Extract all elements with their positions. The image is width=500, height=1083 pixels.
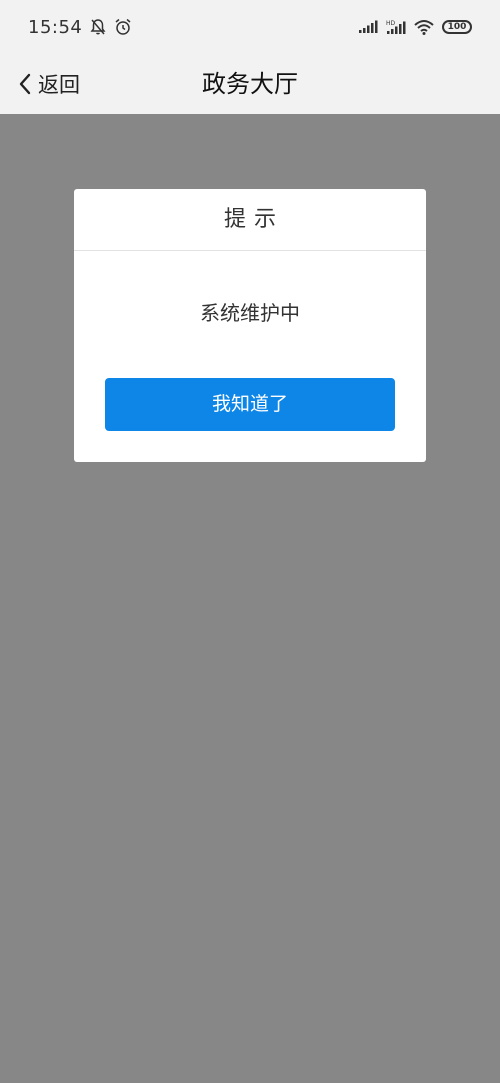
dialog-title: 提示 [223, 207, 284, 232]
bell-off-icon [90, 18, 106, 36]
alarm-icon [114, 18, 132, 36]
signal-icon [358, 20, 378, 34]
hd-signal-icon: HD [386, 19, 406, 35]
page-title: 政务大厅 [202, 70, 298, 98]
status-bar: 15:54 HD 100 [0, 0, 500, 54]
alert-dialog: 提示 系统维护中 我知道了 [74, 189, 426, 462]
battery-icon: 100 [442, 20, 472, 34]
battery-level: 100 [447, 22, 467, 32]
dialog-divider [74, 250, 426, 251]
status-left: 15:54 [28, 14, 132, 40]
nav-bar: 返回 政务大厅 [0, 54, 500, 114]
wifi-icon [414, 19, 434, 35]
svg-text:HD: HD [386, 20, 396, 27]
status-time: 15:54 [28, 16, 83, 38]
status-right: HD 100 [358, 14, 472, 40]
dialog-message: 系统维护中 [200, 301, 300, 325]
confirm-button[interactable]: 我知道了 [105, 378, 395, 431]
